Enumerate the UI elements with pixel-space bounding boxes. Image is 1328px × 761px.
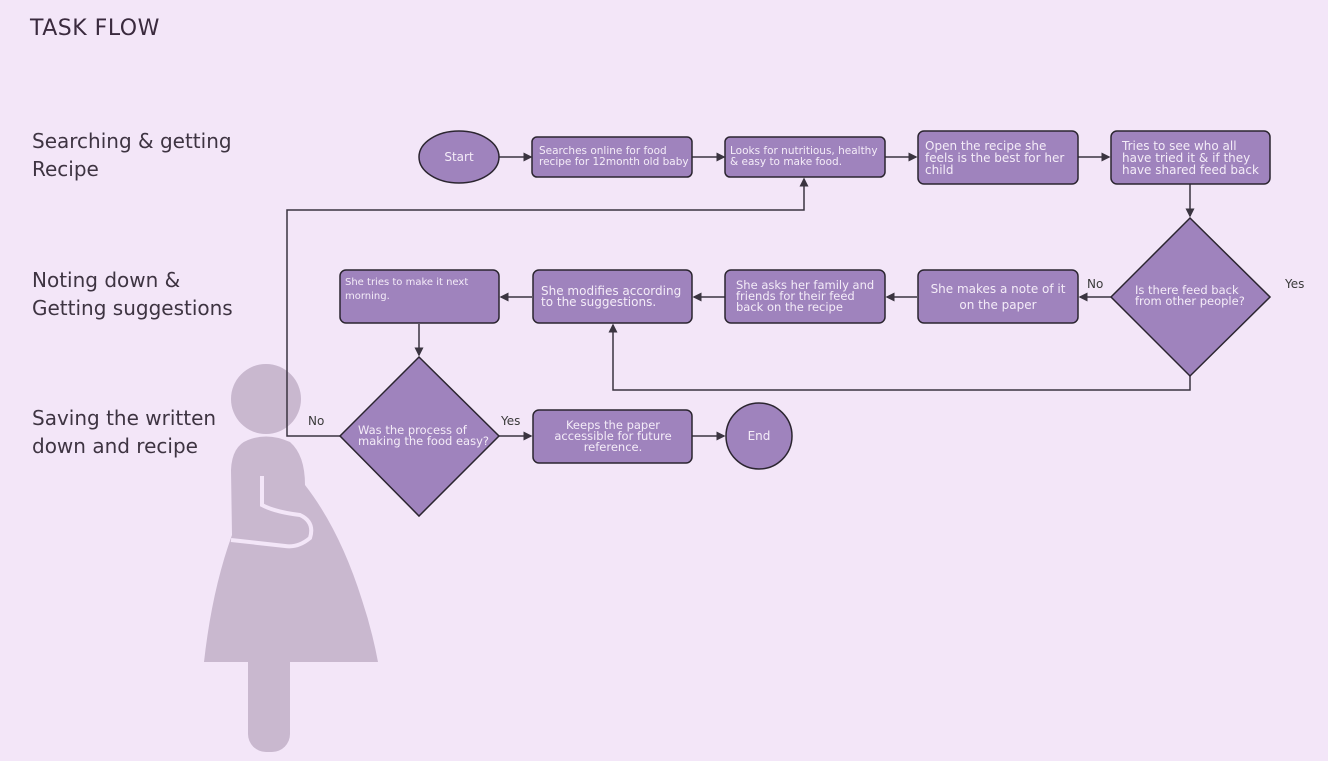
make-node-label: She tries to make it next morning. <box>345 277 469 302</box>
open-node-label: Open the recipe she feels is the best fo… <box>925 138 1065 177</box>
decision2-yes-label: Yes <box>501 414 521 428</box>
end-node-label: End <box>747 428 771 443</box>
decision1-no-label: No <box>1087 277 1104 291</box>
decision1-yes-label: Yes <box>1285 277 1305 291</box>
modifies-node-label: She modifies according to the suggestion… <box>541 283 682 309</box>
edge-decision1-yes-modifies <box>608 323 1191 391</box>
decision1-label: Is there feed back from other people? <box>1135 283 1245 308</box>
decision2-no-label: No <box>308 414 325 428</box>
tries-node-label: Tries to see who all have tried it & if … <box>1122 138 1259 177</box>
decision2-label: Was the process of making the food easy? <box>358 423 489 448</box>
pregnant-woman-icon <box>204 364 378 752</box>
keeps-node-label: Keeps the paper accessible for future re… <box>554 418 672 454</box>
note-node-label: She makes a note of it on the paper <box>930 281 1066 312</box>
flow-canvas <box>204 130 1272 752</box>
search-node-label: Searches online for food recipe for 12mo… <box>539 145 689 168</box>
asks-node-label: She asks her family and friends for thei… <box>736 278 875 314</box>
start-node-label: Start <box>444 149 474 164</box>
looks-node-label: Looks for nutritious, healthy & easy to … <box>730 145 878 168</box>
